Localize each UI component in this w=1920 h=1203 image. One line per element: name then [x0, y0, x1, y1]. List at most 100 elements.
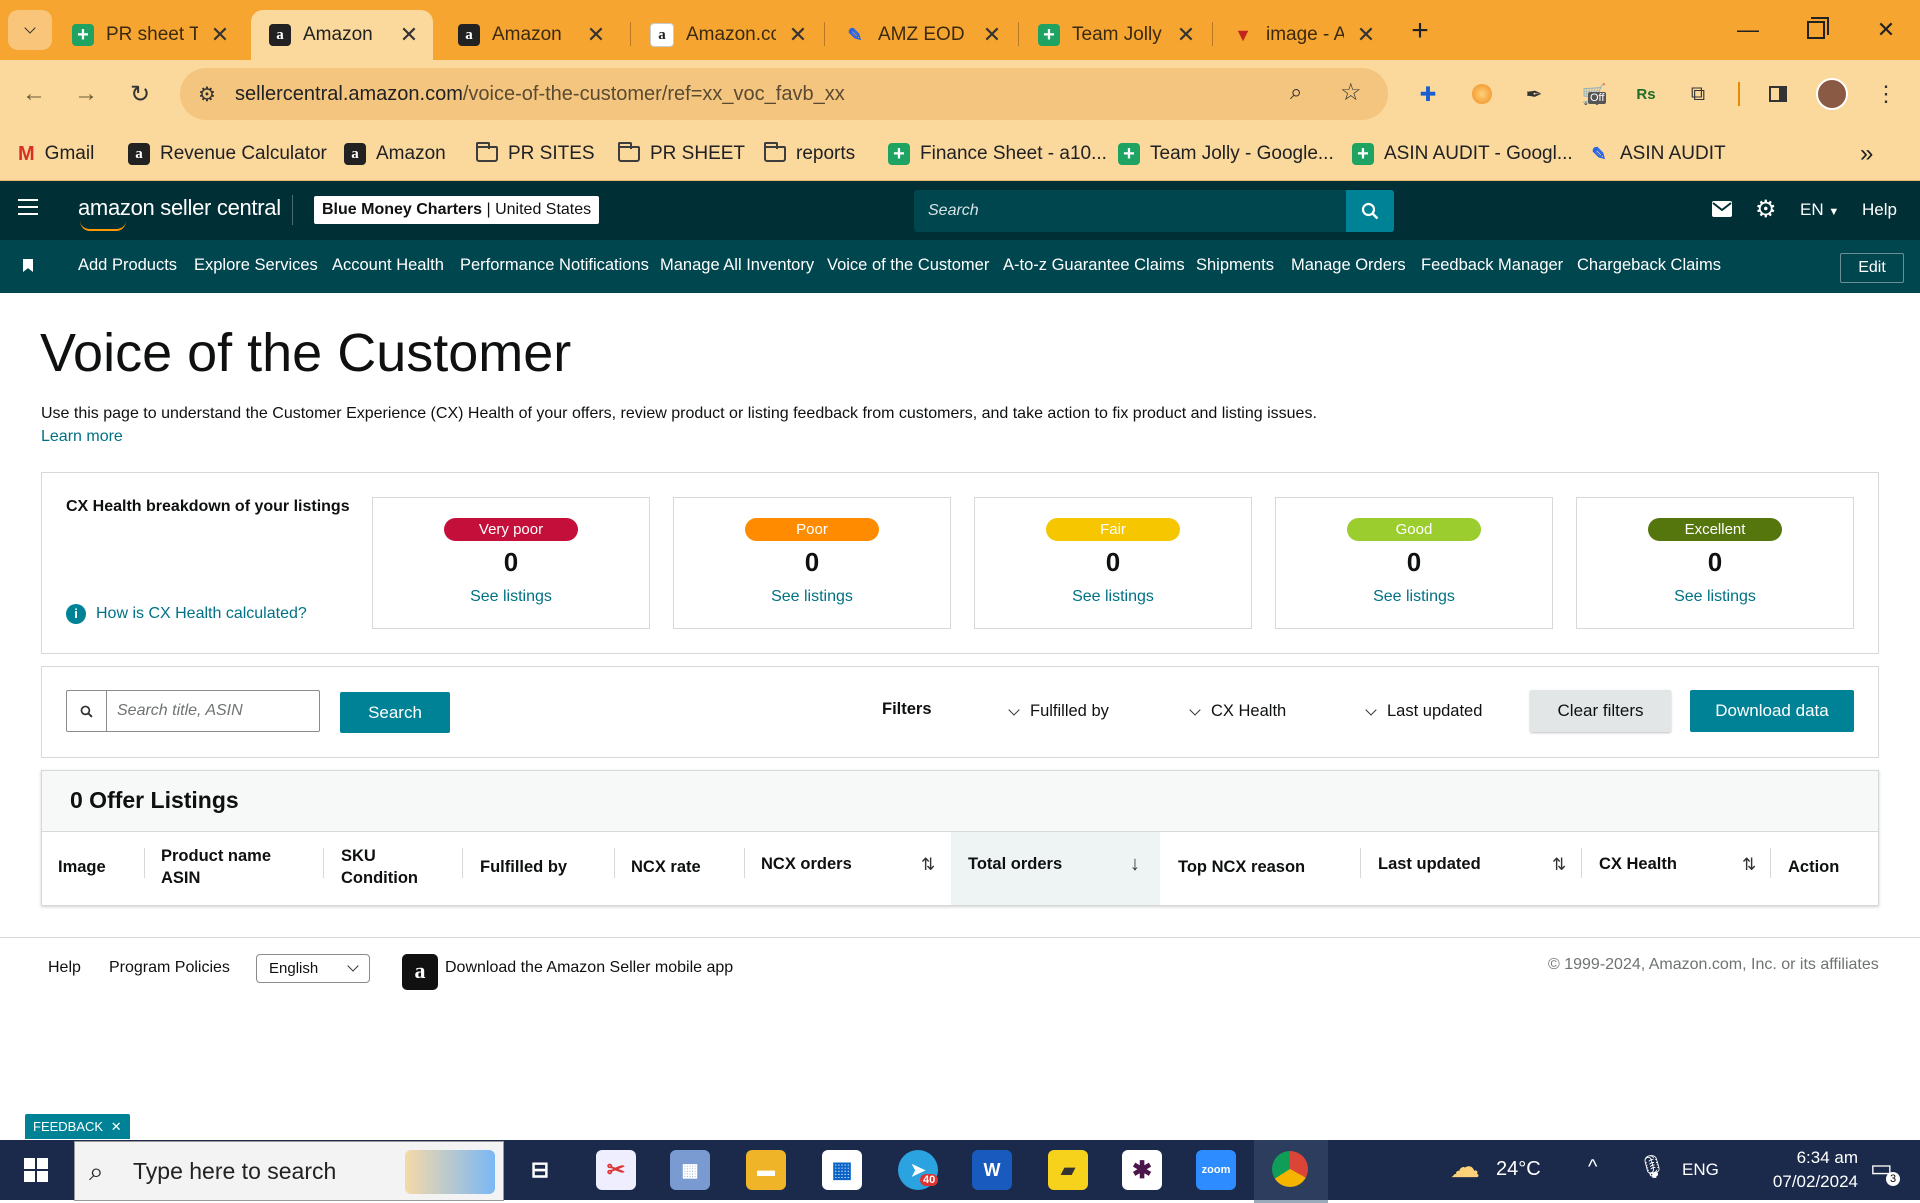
side-panel-icon[interactable]: [1762, 78, 1794, 110]
sort-both-icon[interactable]: ⇅: [1742, 855, 1756, 875]
minimize-button[interactable]: —: [1718, 10, 1778, 50]
bookmark-revenue-calculator[interactable]: a Revenue Calculator: [128, 138, 327, 170]
nav-voice-of-the-customer[interactable]: Voice of the Customer: [827, 256, 989, 275]
extension-orange-icon[interactable]: [1466, 78, 1498, 110]
tab-pr-sheet[interactable]: + PR sheet To ✕: [54, 10, 244, 60]
back-button[interactable]: ←: [14, 74, 54, 114]
close-icon[interactable]: ✕: [1176, 22, 1196, 48]
footer-program-policies-link[interactable]: Program Policies: [109, 959, 230, 977]
nav-chargeback-claims[interactable]: Chargeback Claims: [1577, 256, 1721, 275]
bookmark-asin-audit[interactable]: ✎ ASIN AUDIT: [1588, 138, 1725, 170]
windows-start-icon[interactable]: [16, 1150, 56, 1190]
very-poor-see-listings[interactable]: See listings: [373, 588, 649, 606]
telegram-icon[interactable]: ➤ 40: [898, 1150, 939, 1190]
fulfilled-by-filter[interactable]: Fulfilled by: [1008, 702, 1109, 721]
bookmark-reports[interactable]: reports: [764, 138, 855, 170]
search-icon[interactable]: [1346, 190, 1394, 232]
poor-see-listings[interactable]: See listings: [674, 588, 950, 606]
microphone-icon[interactable]: 🎙: [1638, 1154, 1666, 1180]
nav-account-health[interactable]: Account Health: [332, 256, 444, 275]
sort-both-icon[interactable]: ⇅: [921, 855, 935, 875]
close-icon[interactable]: ✕: [1356, 22, 1376, 48]
tab-amazon-active[interactable]: a Amazon ✕: [251, 10, 433, 60]
help-link[interactable]: Help: [1862, 200, 1897, 220]
bookmark-star-icon[interactable]: ☆: [1340, 78, 1362, 107]
task-view-icon[interactable]: ⊟: [520, 1150, 560, 1190]
bookmark-pr-sheet[interactable]: PR SHEET: [618, 138, 745, 170]
nav-feedback-manager[interactable]: Feedback Manager: [1421, 256, 1563, 275]
footer-help-link[interactable]: Help: [48, 959, 81, 977]
col-total-orders[interactable]: Total orders: [968, 853, 1062, 875]
footer-language-select[interactable]: English: [256, 954, 370, 983]
extension-pen-icon[interactable]: ✒: [1518, 78, 1550, 110]
file-explorer-icon[interactable]: ▬: [746, 1150, 786, 1190]
good-see-listings[interactable]: See listings: [1276, 588, 1552, 606]
download-app-link[interactable]: Download the Amazon Seller mobile app: [445, 959, 733, 977]
tab-amazon-com[interactable]: a Amazon.co ✕: [632, 10, 822, 60]
tab-search-button[interactable]: [8, 10, 52, 50]
settings-gear-icon[interactable]: ⚙: [1755, 195, 1777, 224]
restore-button[interactable]: [1786, 10, 1846, 50]
cx-health-filter[interactable]: CX Health: [1189, 702, 1286, 721]
nav-manage-orders[interactable]: Manage Orders: [1291, 256, 1406, 275]
fair-see-listings[interactable]: See listings: [975, 588, 1251, 606]
close-icon[interactable]: ✕: [586, 22, 606, 48]
col-ncx-orders[interactable]: NCX orders: [761, 853, 852, 875]
excellent-see-listings[interactable]: See listings: [1577, 588, 1853, 606]
clock[interactable]: 6:34 am 07/02/2024: [1748, 1146, 1858, 1194]
language-selector[interactable]: EN ▼: [1800, 200, 1839, 220]
bookmark-gmail[interactable]: M Gmail: [18, 138, 94, 170]
listing-search-input[interactable]: Search title, ASIN: [66, 690, 320, 732]
input-language[interactable]: ENG: [1682, 1160, 1719, 1180]
new-tab-button[interactable]: +: [1400, 14, 1440, 50]
close-icon[interactable]: ✕: [982, 22, 1002, 48]
last-updated-filter[interactable]: Last updated: [1365, 702, 1482, 721]
nav-performance-notifications[interactable]: Performance Notifications: [460, 256, 649, 275]
col-last-updated[interactable]: Last updated: [1378, 853, 1481, 875]
more-bookmarks-icon[interactable]: »: [1860, 138, 1873, 170]
learn-more-link[interactable]: Learn more: [41, 428, 123, 446]
nav-shipments[interactable]: Shipments: [1196, 256, 1274, 275]
extension-rs-icon[interactable]: Rs: [1630, 78, 1662, 110]
tab-amz-eod[interactable]: ✎ AMZ EOD ✕: [826, 10, 1016, 60]
col-cx-health[interactable]: CX Health: [1599, 853, 1677, 875]
header-search[interactable]: Search: [914, 190, 1394, 232]
feedback-tab[interactable]: FEEDBACK ✕: [25, 1114, 130, 1139]
bookmark-team-jolly[interactable]: + Team Jolly - Google...: [1118, 138, 1334, 170]
cx-health-help-link[interactable]: i How is CX Health calculated?: [66, 604, 307, 624]
clear-filters-button[interactable]: Clear filters: [1530, 690, 1671, 732]
word-icon[interactable]: W: [972, 1150, 1012, 1190]
bookmark-asin-audit-sheet[interactable]: + ASIN AUDIT - Googl...: [1352, 138, 1573, 170]
browser-menu-icon[interactable]: ⋮: [1870, 78, 1902, 110]
close-icon[interactable]: ✕: [111, 1119, 122, 1134]
bookmark-icon[interactable]: [23, 259, 33, 272]
profile-avatar[interactable]: [1816, 78, 1848, 110]
address-bar[interactable]: ⚙ sellercentral.amazon.com/voice-of-the-…: [180, 68, 1388, 120]
edit-nav-button[interactable]: Edit: [1840, 253, 1904, 283]
seller-central-logo[interactable]: amazon seller central: [78, 195, 281, 231]
bookmark-pr-sites[interactable]: PR SITES: [476, 138, 595, 170]
reload-button[interactable]: ↻: [120, 74, 160, 114]
close-icon[interactable]: ✕: [210, 22, 230, 48]
microsoft-store-icon[interactable]: ▦: [822, 1150, 862, 1190]
mail-icon[interactable]: [1712, 201, 1732, 222]
nav-manage-all-inventory[interactable]: Manage All Inventory: [660, 256, 814, 275]
zoom-icon[interactable]: ⌕: [1290, 79, 1302, 105]
store-switcher[interactable]: Blue Money Charters | United States: [314, 196, 600, 224]
show-hidden-icons[interactable]: ^: [1588, 1156, 1597, 1179]
tab-team-jolly[interactable]: + Team Jolly ✕: [1020, 10, 1210, 60]
tab-image[interactable]: ▼ image - A ✕: [1214, 10, 1390, 60]
notifications-icon[interactable]: ▭ 3: [1870, 1154, 1900, 1186]
network-app-icon[interactable]: ▦: [670, 1150, 710, 1190]
sort-both-icon[interactable]: ⇅: [1552, 855, 1566, 875]
search-button[interactable]: Search: [340, 692, 450, 733]
close-window-button[interactable]: ✕: [1856, 10, 1916, 50]
nav-a-to-z-claims[interactable]: A-to-z Guarantee Claims: [1003, 256, 1185, 275]
close-icon[interactable]: ✕: [788, 22, 808, 48]
taskbar-search-box[interactable]: ⌕ Type here to search: [74, 1141, 504, 1201]
forward-button[interactable]: →: [66, 74, 106, 114]
site-info-icon[interactable]: ⚙: [198, 82, 216, 107]
extensions-puzzle-icon[interactable]: ⧉: [1682, 78, 1714, 110]
weather-temperature[interactable]: 24°C: [1496, 1158, 1541, 1181]
bookmark-finance-sheet[interactable]: + Finance Sheet - a10...: [888, 138, 1107, 170]
